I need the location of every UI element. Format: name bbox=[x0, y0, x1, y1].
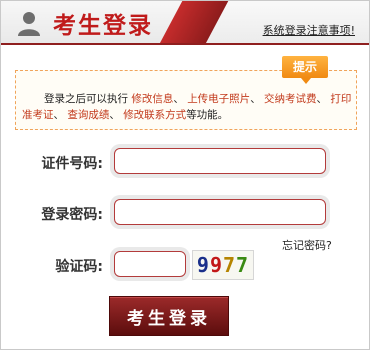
login-button[interactable]: 考生登录 bbox=[109, 296, 229, 336]
link-edit-info[interactable]: 修改信息 bbox=[131, 93, 173, 105]
password-label: 登录密码: bbox=[41, 207, 103, 223]
link-upload-photo[interactable]: 上传电子照片 bbox=[187, 93, 250, 105]
password-field-wrap bbox=[110, 195, 330, 229]
captcha-input[interactable] bbox=[114, 251, 186, 277]
captcha-digit: 9 bbox=[196, 253, 210, 277]
login-panel: 考生登录 系统登录注意事项! 登录之后可以执行 修改信息、 上传电子照片、 交纳… bbox=[0, 0, 370, 350]
user-silhouette-icon bbox=[18, 12, 40, 36]
header: 考生登录 系统登录注意事项! bbox=[1, 1, 369, 45]
link-edit-contact[interactable]: 修改联系方式 bbox=[123, 109, 186, 121]
captcha-label: 验证码: bbox=[55, 259, 103, 275]
captcha-image[interactable]: 9977 bbox=[192, 250, 254, 280]
captcha-field-wrap bbox=[110, 247, 190, 281]
tip-badge: 提示 bbox=[282, 56, 328, 84]
id-number-field-wrap bbox=[110, 144, 330, 178]
page-title: 考生登录 bbox=[53, 13, 153, 39]
link-query-score[interactable]: 查询成绩 bbox=[67, 109, 109, 121]
password-input[interactable] bbox=[114, 199, 326, 225]
id-number-label: 证件号码: bbox=[41, 156, 103, 172]
id-number-input[interactable] bbox=[114, 148, 326, 174]
captcha-digit: 7 bbox=[236, 253, 250, 277]
link-pay-fee[interactable]: 交纳考试费 bbox=[264, 93, 317, 105]
captcha-digit: 9 bbox=[209, 253, 223, 277]
captcha-digit: 7 bbox=[223, 253, 237, 277]
tip-text: 登录之后可以执行 修改信息、 上传电子照片、 交纳考试费、 打印准考证、 查询成… bbox=[22, 93, 352, 121]
forgot-password-link[interactable]: 忘记密码? bbox=[282, 237, 332, 253]
login-notice-link[interactable]: 系统登录注意事项! bbox=[263, 22, 355, 38]
